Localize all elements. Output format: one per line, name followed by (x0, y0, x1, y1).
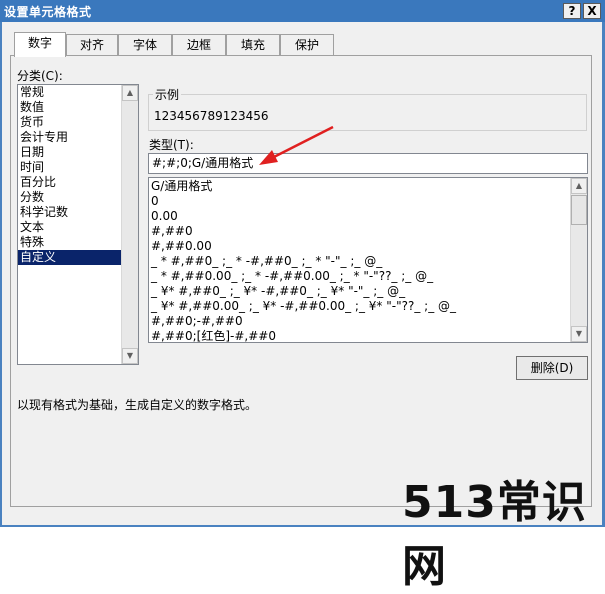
arrow-shaft (267, 125, 334, 162)
arrow-head (259, 150, 278, 165)
tab-number[interactable]: 数字 (14, 32, 66, 57)
watermark-text: 513常识网 (402, 477, 587, 592)
annotation-arrow-icon (259, 125, 334, 165)
